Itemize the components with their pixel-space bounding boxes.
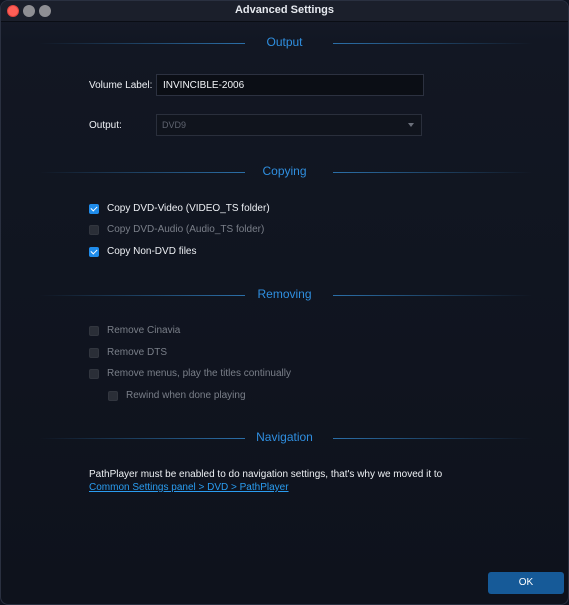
copy-dvd-audio-checkbox[interactable] — [89, 225, 99, 235]
advanced-settings-window: Advanced Settings Output Volume Label: I… — [0, 0, 569, 605]
section-navigation-title: Navigation — [256, 430, 313, 444]
section-removing-title: Removing — [257, 287, 312, 301]
section-removing-header: Removing — [1, 286, 568, 306]
rewind-when-done-label: Rewind when done playing — [126, 390, 246, 401]
volume-label-caption: Volume Label: — [89, 80, 153, 91]
remove-cinavia-checkbox[interactable] — [89, 326, 99, 336]
output-format-select[interactable]: DVD9 — [156, 114, 422, 136]
common-settings-link[interactable]: Common Settings panel > DVD > PathPlayer — [89, 481, 442, 494]
section-copying-title: Copying — [262, 164, 307, 178]
section-output-title: Output — [266, 35, 303, 49]
remove-cinavia-label: Remove Cinavia — [107, 325, 181, 336]
section-output-header: Output — [1, 34, 568, 54]
section-navigation-header: Navigation — [1, 429, 568, 449]
section-copying-header: Copying — [1, 163, 568, 183]
remove-menus-checkbox[interactable] — [89, 369, 99, 379]
copy-non-dvd-files-checkbox[interactable] — [89, 247, 99, 257]
copy-dvd-audio-label: Copy DVD-Audio (Audio_TS folder) — [107, 224, 265, 235]
remove-menus-label: Remove menus, play the titles continuall… — [107, 368, 291, 379]
ok-button[interactable]: OK — [488, 572, 564, 594]
window-title: Advanced Settings — [234, 4, 335, 16]
output-caption: Output: — [89, 120, 122, 131]
remove-dts-checkbox[interactable] — [89, 348, 99, 358]
volume-label-input[interactable]: INVINCIBLE-2006 — [156, 74, 424, 96]
copy-dvd-video-checkbox[interactable] — [89, 204, 99, 214]
copy-non-dvd-files-label: Copy Non-DVD files — [107, 246, 197, 257]
title-bar: Advanced Settings — [1, 1, 568, 22]
rewind-when-done-checkbox[interactable] — [108, 391, 118, 401]
output-format-value: DVD9 — [162, 120, 187, 130]
chevron-down-icon — [408, 123, 414, 127]
remove-dts-label: Remove DTS — [107, 347, 168, 358]
copy-dvd-video-label: Copy DVD-Video (VIDEO_TS folder) — [107, 203, 270, 214]
navigation-notice: PathPlayer must be enabled to do navigat… — [89, 468, 442, 494]
navigation-message: PathPlayer must be enabled to do navigat… — [89, 469, 443, 480]
